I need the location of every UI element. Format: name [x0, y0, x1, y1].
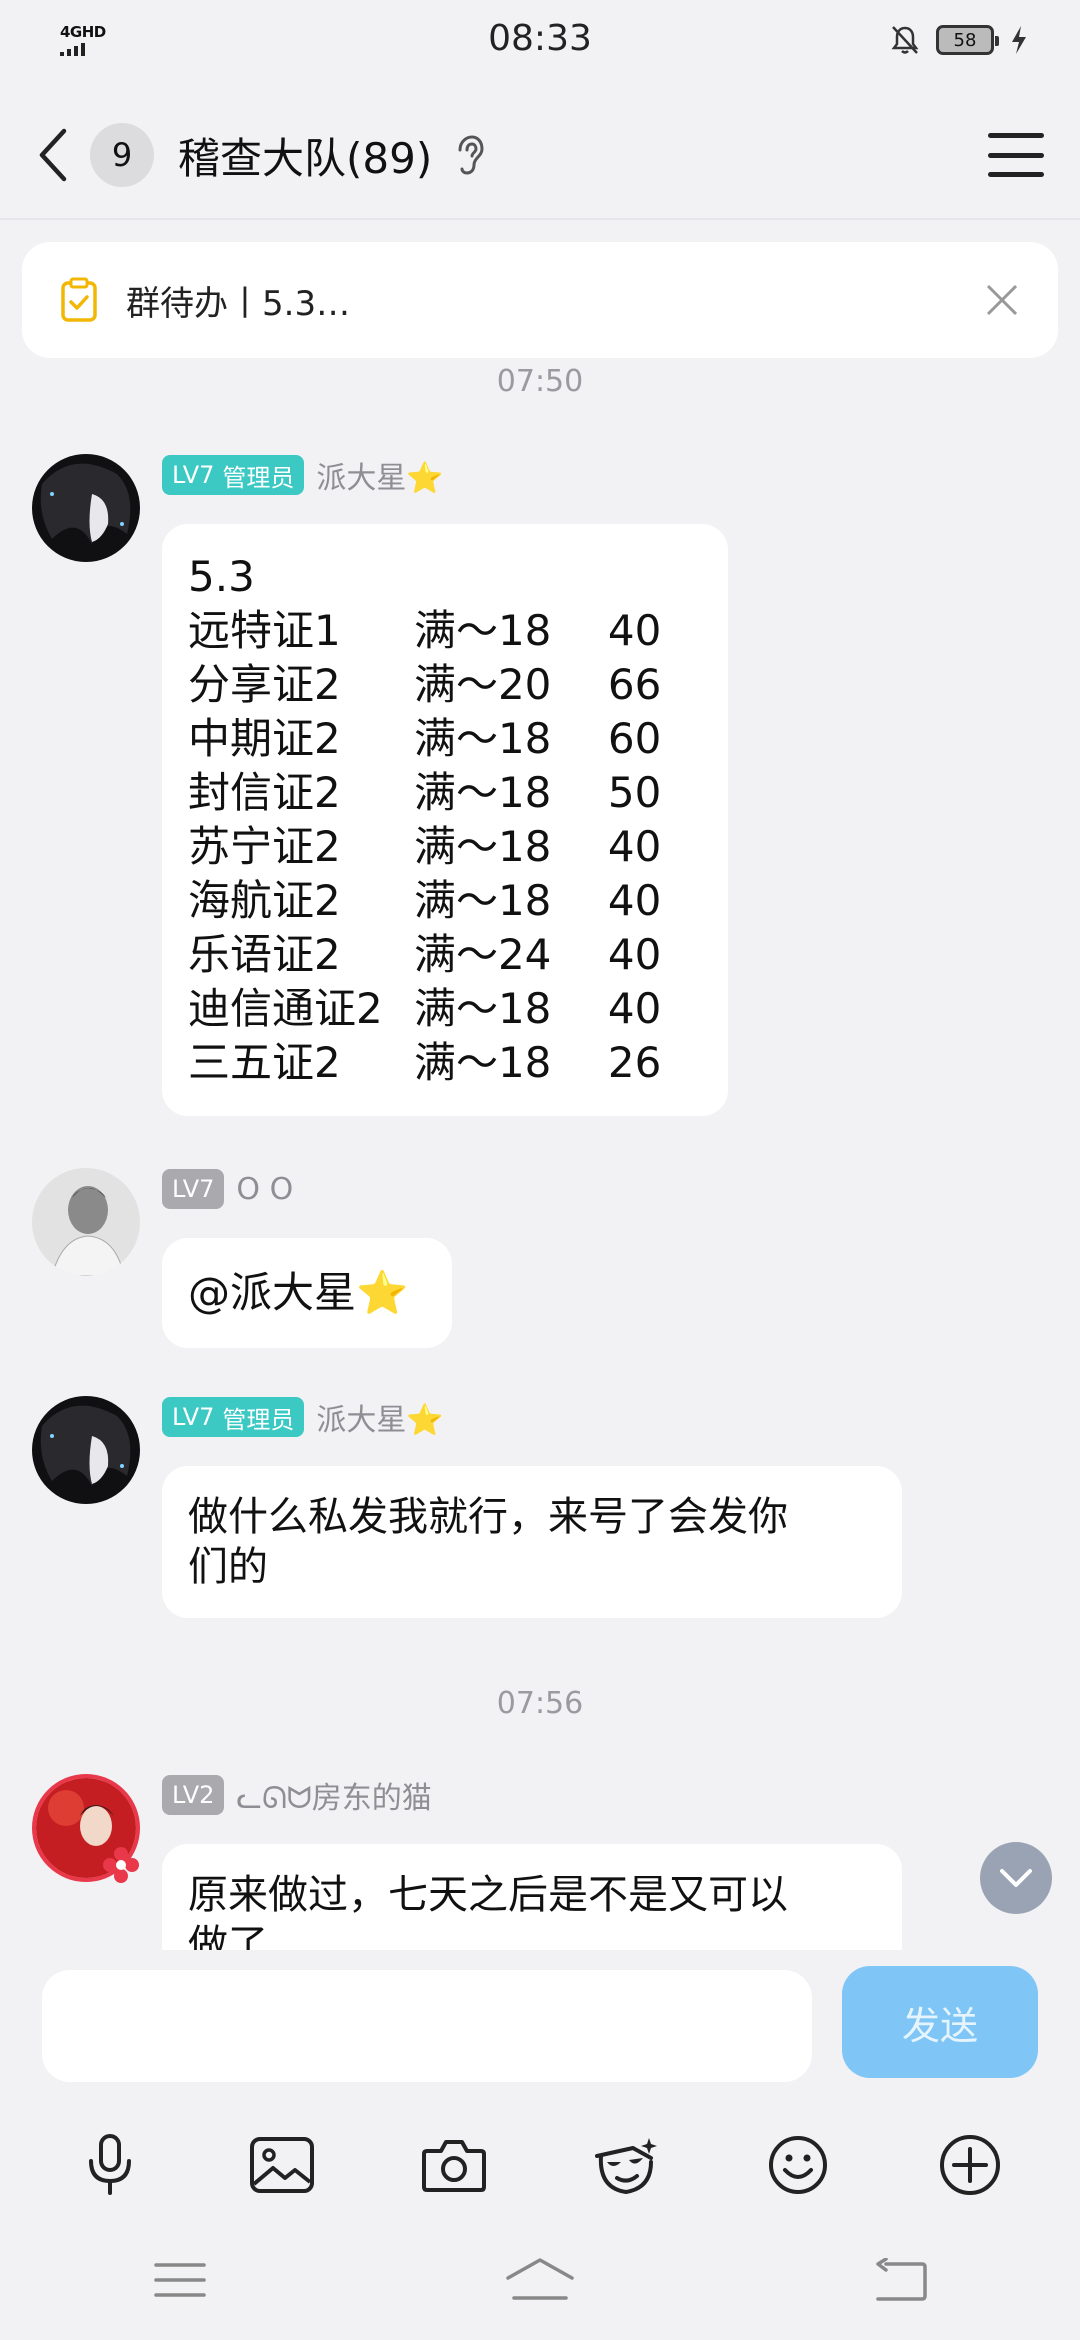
image-button[interactable]: [242, 2125, 322, 2205]
avatar[interactable]: [32, 454, 140, 562]
camera-icon: [422, 2140, 486, 2192]
level-badge: LV7 管理员: [162, 455, 305, 495]
battery-indicator: 58: [936, 25, 999, 55]
level-text: LV7: [172, 461, 215, 489]
todo-icon: [61, 277, 97, 322]
avatar[interactable]: [32, 1168, 140, 1276]
list-item: 乐语证2 满～24 40: [188, 930, 662, 979]
pinned-todo-card[interactable]: 群待办丨5.3…: [22, 242, 1058, 358]
sender-name[interactable]: 派大星⭐: [316, 1395, 443, 1439]
back-button[interactable]: [36, 125, 76, 185]
mic-icon: [89, 2134, 131, 2195]
message-meta: LV7 管理员 派大星⭐: [162, 454, 444, 496]
header-divider: [0, 218, 1080, 220]
list-item: 海航证2 满～18 40: [188, 876, 662, 925]
emoji-button[interactable]: [758, 2125, 838, 2205]
timestamp-separator: 07:56: [496, 1686, 584, 1721]
message-text: 做了: [188, 1922, 268, 1950]
chat-message: LV7 管理员 派大星⭐ 做什么私发我就行，来号了会发你 们的: [32, 1396, 1042, 1636]
camera-button[interactable]: [414, 2125, 494, 2205]
chevron-down-icon: [1000, 1869, 1032, 1887]
plus-icon: [940, 2135, 1000, 2195]
sender-name[interactable]: 派大星⭐: [316, 453, 443, 497]
back-icon: [39, 128, 67, 182]
level-text: LV7: [172, 1175, 215, 1203]
chat-message: LV7 O O @派大星⭐: [32, 1168, 1042, 1348]
return-icon: [876, 2258, 927, 2301]
sender-name[interactable]: ᓚᘏᗢ房东的猫: [236, 1774, 431, 1817]
avatar-image: [32, 1396, 140, 1504]
status-bar: 4GHD 08:33 58: [0, 0, 1080, 80]
message-bubble[interactable]: @派大星⭐: [162, 1238, 452, 1348]
chat-message: LV7 管理员 派大星⭐ 5.3 远特证1 满～18 40 分享证2 满～20 66 中…: [32, 454, 1042, 1124]
menu-icon[interactable]: [988, 133, 1044, 177]
close-icon[interactable]: [984, 282, 1020, 318]
input-toolbar: [0, 2110, 1080, 2220]
role-text: 管理员: [222, 1405, 295, 1434]
emoji-icon: [769, 2136, 827, 2194]
message-input[interactable]: [42, 1970, 812, 2082]
hearing-icon[interactable]: [454, 134, 484, 176]
send-button[interactable]: 发送: [842, 1966, 1038, 2078]
chat-header: 9 稽查大队(89): [0, 100, 1080, 210]
level-text: LV7: [172, 1403, 215, 1431]
message-meta: LV7 O O: [162, 1168, 293, 1210]
level-badge: LV7 管理员: [162, 1397, 305, 1437]
message-text: 做什么私发我就行，来号了会发你: [188, 1494, 788, 1540]
message-text: 们的: [188, 1544, 268, 1590]
home-button[interactable]: [495, 2250, 585, 2310]
level-badge: LV2: [162, 1775, 225, 1815]
system-nav-bar: [0, 2230, 1080, 2330]
timestamp-separator: 07:50: [496, 364, 584, 399]
flower-badge-icon: [103, 1847, 139, 1883]
pinned-todo-text: 群待办丨5.3…: [126, 283, 351, 324]
menu-lines-icon: [154, 2263, 206, 2297]
sticker-button[interactable]: [586, 2125, 666, 2205]
recent-apps-button[interactable]: [135, 2250, 225, 2310]
sticker-icon: [595, 2138, 657, 2195]
chat-message: LV2 ᓚᘏᗢ房东的猫 原来做过，七天之后是不是又可以 做了: [32, 1774, 1042, 1950]
message-text: @派大星⭐: [188, 1268, 409, 1317]
list-item: 迪信通证2 满～18 40: [188, 984, 662, 1033]
list-item: 三五证2 满～18 26: [188, 1038, 662, 1087]
voice-button[interactable]: [70, 2125, 150, 2205]
image-icon: [250, 2137, 314, 2193]
home-icon: [506, 2258, 574, 2300]
sender-name[interactable]: O O: [236, 1172, 293, 1207]
avatar[interactable]: [32, 1396, 140, 1504]
message-text: 原来做过，七天之后是不是又可以: [188, 1872, 788, 1918]
list-item: 远特证1 满～18 40: [188, 606, 662, 655]
message-bubble[interactable]: 5.3 远特证1 满～18 40 分享证2 满～20 66 中期证2 满～18 60 封信证…: [162, 524, 728, 1116]
list-item: 中期证2 满～18 60: [188, 714, 662, 763]
level-badge: LV7: [162, 1169, 225, 1209]
more-button[interactable]: [930, 2125, 1010, 2205]
unread-count-badge[interactable]: 9: [90, 123, 154, 187]
level-text: LV2: [172, 1781, 215, 1809]
scroll-to-bottom-button[interactable]: [980, 1842, 1052, 1914]
avatar-image: [32, 454, 140, 562]
role-text: 管理员: [222, 463, 295, 492]
group-title[interactable]: 稽查大队(89): [178, 125, 432, 186]
list-item: 封信证2 满～18 50: [188, 768, 662, 817]
clock: 08:33: [488, 18, 592, 59]
avatar-image: [32, 1168, 140, 1276]
list-item: 分享证2 满～20 66: [188, 660, 662, 709]
message-bubble[interactable]: 做什么私发我就行，来号了会发你 们的: [162, 1466, 902, 1618]
battery-level: 58: [953, 29, 977, 51]
back-nav-button[interactable]: [855, 2250, 945, 2310]
message-meta: LV7 管理员 派大星⭐: [162, 1396, 444, 1438]
message-bubble[interactable]: 原来做过，七天之后是不是又可以 做了: [162, 1844, 902, 1950]
list-item: 苏宁证2 满～18 40: [188, 822, 662, 871]
message-title-line: 5.3: [188, 552, 255, 601]
message-meta: LV2 ᓚᘏᗢ房东的猫: [162, 1774, 432, 1816]
